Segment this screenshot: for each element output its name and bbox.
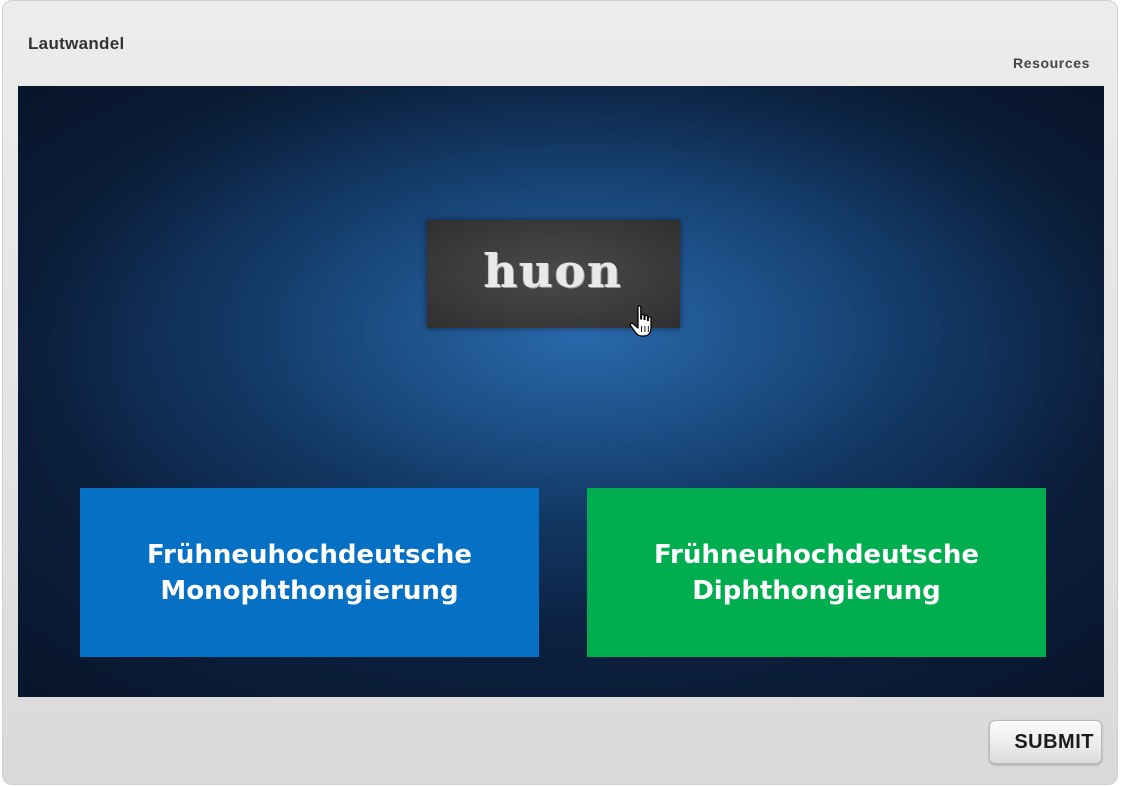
drop-target-monophthongierung[interactable]: Frühneuhochdeutsche Monophthongierung — [80, 488, 539, 657]
page-title: Lautwandel — [28, 34, 125, 53]
drop-target-label: Frühneuhochdeutsche Diphthongierung — [653, 539, 980, 606]
slide-stage: huon Frühneuhochdeutsche Monophthongieru… — [18, 86, 1104, 697]
drag-item-word: huon — [483, 244, 623, 298]
drop-target-diphthongierung[interactable]: Frühneuhochdeutsche Diphthongierung — [587, 488, 1046, 657]
player-frame: Lautwandel Resources huon Frühneuhochdeu… — [2, 0, 1118, 785]
resources-link[interactable]: Resources — [1013, 55, 1090, 71]
drop-target-label: Frühneuhochdeutsche Monophthongierung — [146, 539, 473, 606]
submit-button[interactable]: SUBMIT — [989, 720, 1102, 764]
hand-pointer-icon — [629, 305, 652, 337]
